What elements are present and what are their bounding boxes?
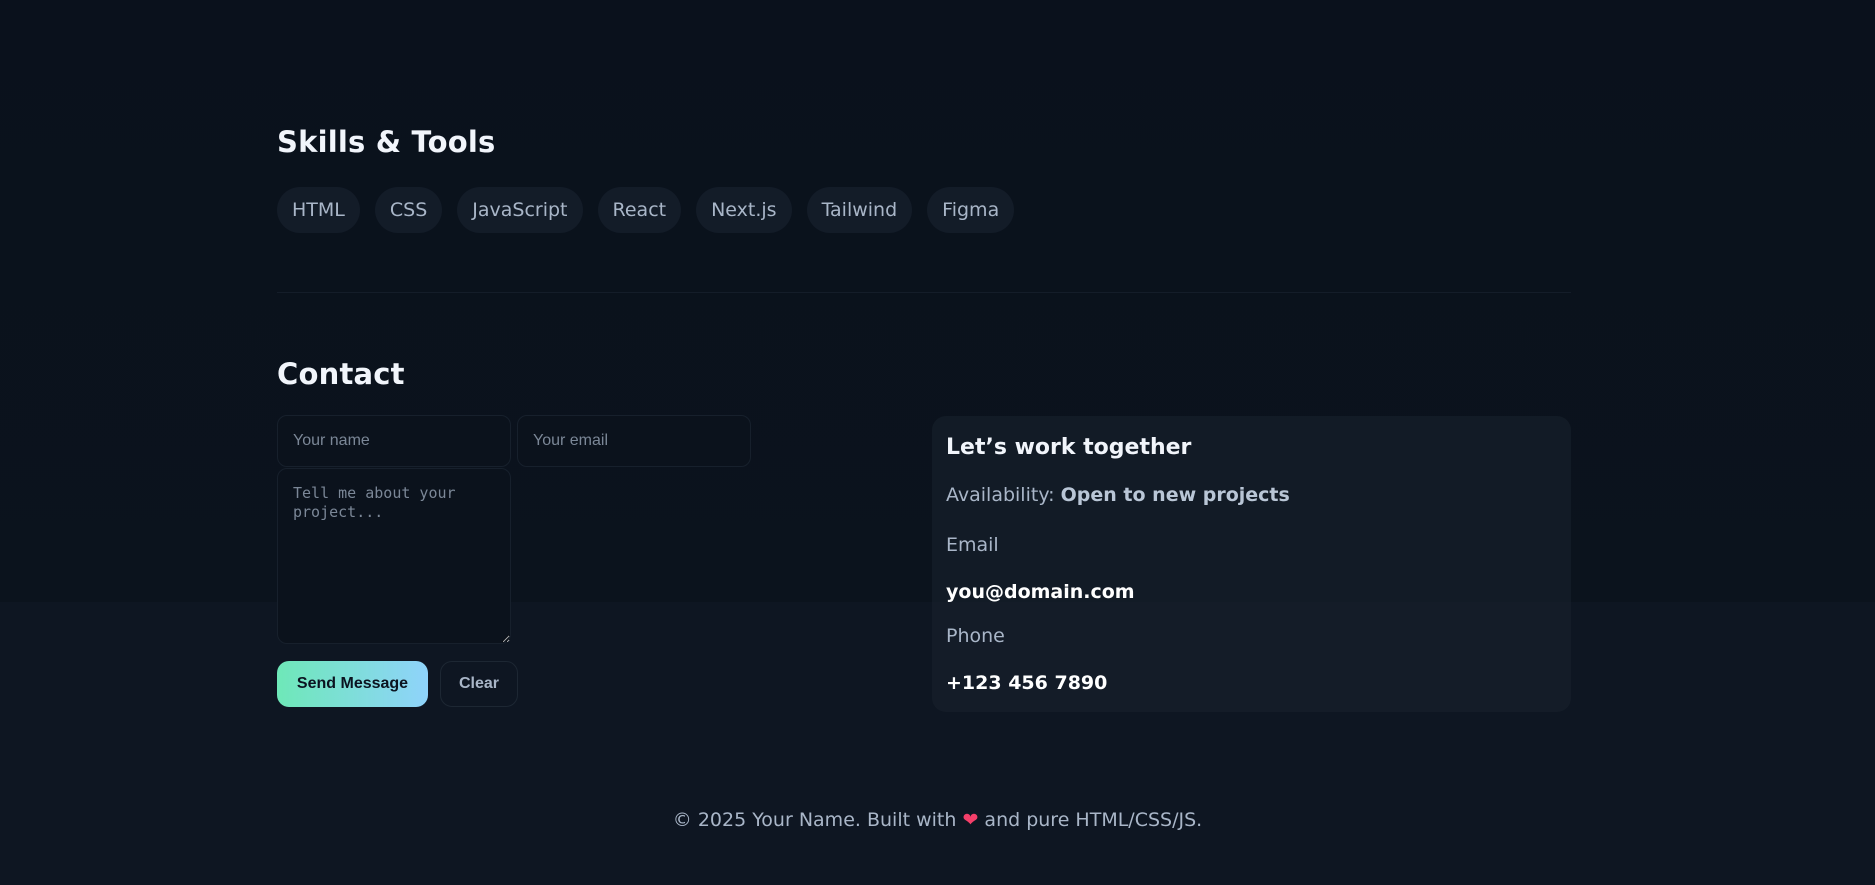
skills-title: Skills & Tools xyxy=(277,125,496,159)
phone-value: +123 456 7890 xyxy=(946,672,1108,694)
availability-line: Availability: Open to new projects xyxy=(946,484,1290,506)
skill-chip-nextjs: Next.js xyxy=(696,187,792,233)
availability-value: Open to new projects xyxy=(1060,484,1290,506)
skills-list: HTML CSS JavaScript React Next.js Tailwi… xyxy=(277,187,1015,233)
footer-text-after: and pure HTML/CSS/JS. xyxy=(984,809,1203,831)
skill-chip-react: React xyxy=(597,187,682,233)
name-field[interactable] xyxy=(277,415,511,467)
section-divider xyxy=(277,292,1571,293)
email-field[interactable] xyxy=(517,415,751,467)
contact-title: Contact xyxy=(277,357,405,391)
card-title: Let’s work together xyxy=(946,435,1192,460)
message-field[interactable] xyxy=(277,468,511,644)
contact-info-card: Let’s work together Availability: Open t… xyxy=(932,416,1571,712)
skill-chip-css: CSS xyxy=(374,187,443,233)
phone-label: Phone xyxy=(946,625,1005,647)
skill-chip-tailwind: Tailwind xyxy=(806,187,913,233)
availability-label: Availability: xyxy=(946,484,1055,506)
email-label: Email xyxy=(946,534,999,556)
skill-chip-javascript: JavaScript xyxy=(457,187,583,233)
heart-icon: ❤ xyxy=(962,809,979,831)
skill-chip-figma: Figma xyxy=(927,187,1015,233)
clear-button[interactable]: Clear xyxy=(440,661,518,707)
footer: © 2025 Your Name. Built with ❤ and pure … xyxy=(0,809,1875,831)
footer-text-before: © 2025 Your Name. Built with xyxy=(672,809,957,831)
main-container: Skills & Tools HTML CSS JavaScript React… xyxy=(277,0,1571,885)
email-value: you@domain.com xyxy=(946,581,1135,603)
skill-chip-html: HTML xyxy=(277,187,360,233)
send-message-button[interactable]: Send Message xyxy=(277,661,428,707)
